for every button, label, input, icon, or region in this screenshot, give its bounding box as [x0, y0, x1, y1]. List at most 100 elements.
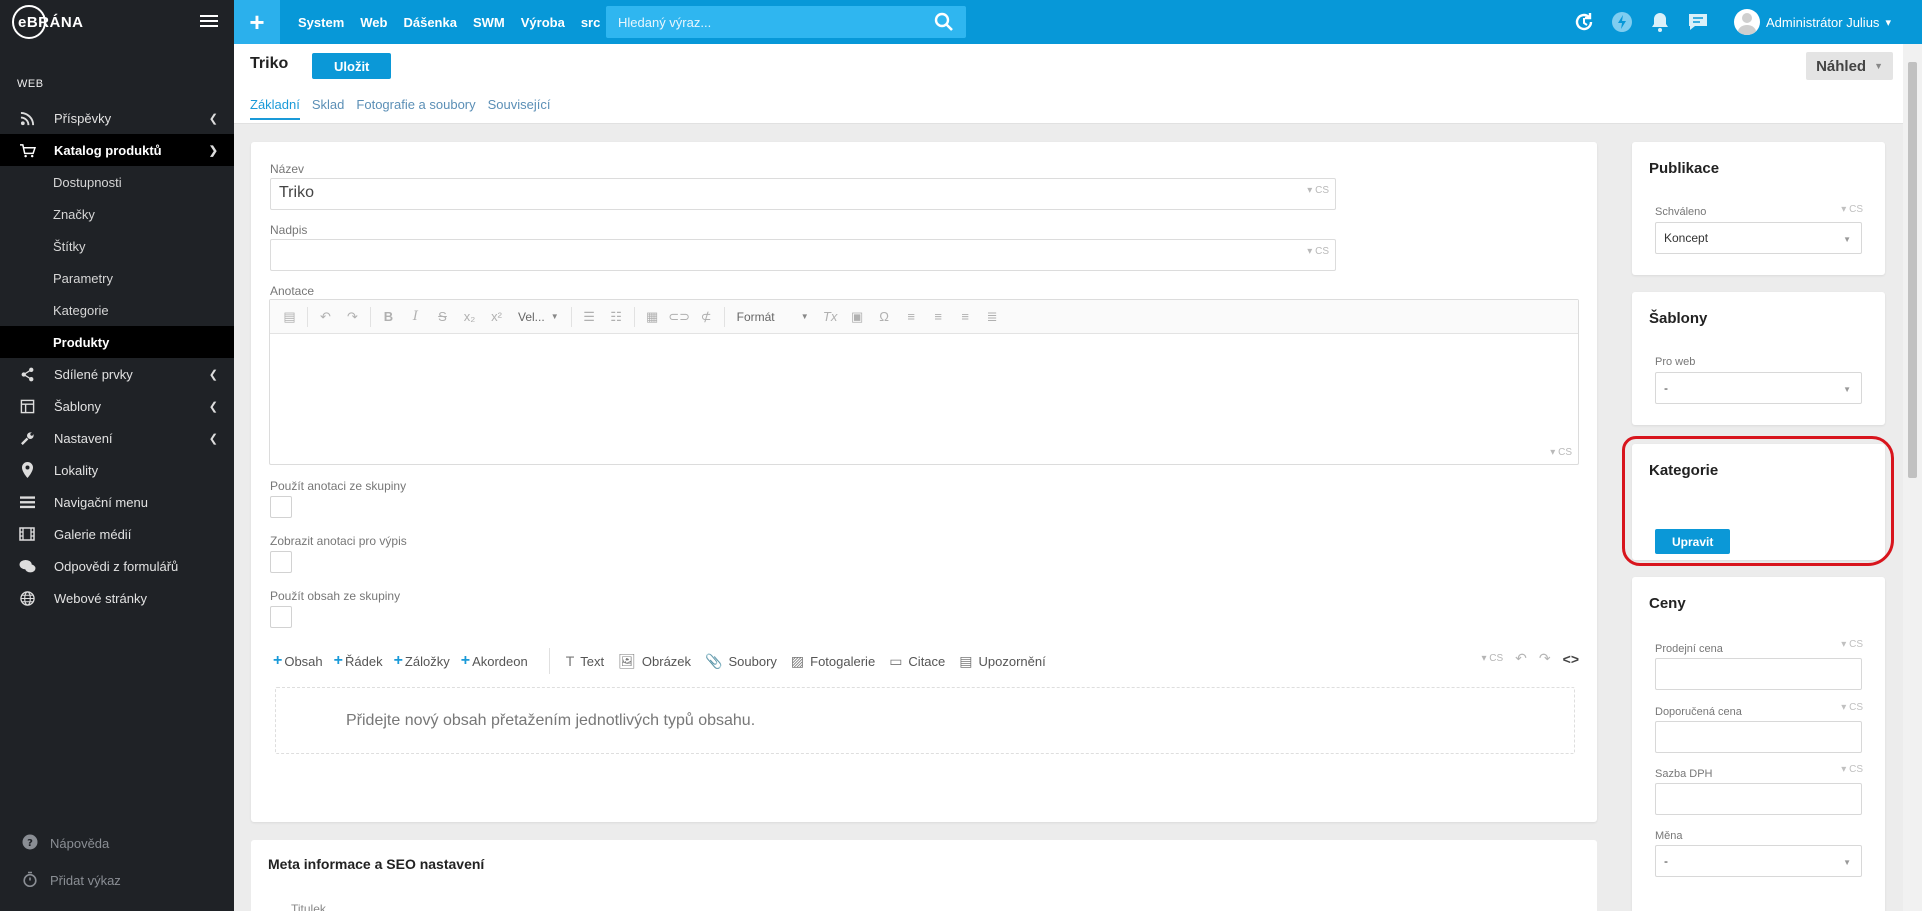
align-left-icon[interactable]: ≡	[898, 309, 925, 324]
content-type-files[interactable]: 📎 Soubory	[705, 653, 777, 670]
page-scrollbar[interactable]	[1903, 44, 1922, 911]
sync-icon[interactable]	[1571, 9, 1597, 35]
sidebar-item-webove-stranky[interactable]: Webové stránky	[0, 582, 234, 614]
link-icon[interactable]: ⊂⊃	[666, 309, 693, 325]
tab-fotografie[interactable]: Fotografie a soubory	[356, 97, 475, 120]
top-link-system[interactable]: System	[298, 15, 344, 30]
sidebar-subitem-kategorie[interactable]: Kategorie	[0, 294, 234, 326]
for-web-select[interactable]: - ▼	[1655, 372, 1862, 404]
sidebar-item-nastaveni[interactable]: Nastavení ❮	[0, 422, 234, 454]
unlink-icon[interactable]: ⊄	[693, 309, 720, 325]
sidebar-subitem-parametry[interactable]: Parametry	[0, 262, 234, 294]
add-accordion-button[interactable]: + Akordeon	[461, 652, 528, 670]
add-content-button[interactable]: + Obsah	[273, 652, 323, 670]
source-icon[interactable]: ▤	[276, 309, 303, 325]
search-input[interactable]: Hledaný výraz...	[606, 6, 966, 38]
annotation-editor[interactable]: ▤ ↶ ↷ B I S x₂ x² Vel... ▼ ☰ ☷ ▦ ⊂⊃ ⊄ For…	[269, 299, 1579, 465]
sidebar-subitem-dostupnosti[interactable]: Dostupnosti	[0, 166, 234, 198]
use-group-annotation-checkbox[interactable]	[270, 496, 292, 518]
lang-indicator[interactable]: ▾ CS	[1307, 185, 1329, 196]
size-select[interactable]: Vel... ▼	[510, 310, 567, 324]
numbered-list-icon[interactable]: ☷	[603, 309, 630, 325]
lang-indicator[interactable]: ▾ CS	[1841, 702, 1863, 713]
tab-sklad[interactable]: Sklad	[312, 97, 345, 120]
clear-format-icon[interactable]: Tx	[817, 309, 844, 324]
content-type-notice[interactable]: ▤ Upozornění	[959, 653, 1045, 670]
scrollbar-thumb[interactable]	[1908, 62, 1917, 478]
bullet-list-icon[interactable]: ☰	[576, 309, 603, 325]
recommended-price-input[interactable]	[1655, 721, 1862, 753]
special-char-icon[interactable]: Ω	[871, 309, 898, 324]
lang-indicator[interactable]: ▾ CS	[1481, 653, 1503, 664]
redo-icon[interactable]: ↷	[339, 309, 366, 325]
save-button[interactable]: Uložit	[312, 53, 392, 79]
subscript-icon[interactable]: x₂	[456, 309, 483, 324]
content-type-text[interactable]: T Text	[566, 653, 604, 669]
currency-select[interactable]: - ▼	[1655, 845, 1862, 877]
show-annotation-listing-checkbox[interactable]	[270, 551, 292, 573]
sidebar-item-navigacni-menu[interactable]: Navigační menu	[0, 486, 234, 518]
preview-button[interactable]: Náhled ▼	[1806, 52, 1893, 80]
name-input[interactable]: Triko ▾ CS	[270, 178, 1336, 210]
lang-indicator[interactable]: ▾ CS	[1307, 246, 1329, 257]
lang-indicator[interactable]: ▾ CS	[1841, 639, 1863, 650]
lang-indicator[interactable]: ▾ CS	[1550, 447, 1572, 458]
superscript-icon[interactable]: x²	[483, 309, 510, 324]
top-link-vyroba[interactable]: Výroba	[521, 15, 565, 30]
sidebar-item-sdilene-prvky[interactable]: Sdílené prvky ❮	[0, 358, 234, 390]
meta-title[interactable]: Meta informace a SEO nastavení	[268, 856, 484, 872]
top-link-swm[interactable]: SWM	[473, 15, 505, 30]
top-link-dasenka[interactable]: Dášenka	[403, 15, 456, 30]
paste-icon[interactable]: ▣	[844, 309, 871, 325]
code-view-icon[interactable]: <>	[1563, 651, 1579, 667]
add-tabs-button[interactable]: + Záložky	[394, 652, 450, 670]
menu-collapse-icon[interactable]	[200, 12, 218, 28]
plus-icon: +	[273, 652, 283, 669]
redo-icon[interactable]: ↷	[1539, 650, 1551, 667]
align-right-icon[interactable]: ≡	[952, 309, 979, 324]
undo-icon[interactable]: ↶	[1515, 650, 1527, 667]
justify-icon[interactable]: ≣	[979, 309, 1006, 325]
search-icon[interactable]	[934, 12, 954, 32]
user-menu[interactable]: Administrátor Julius ▾	[1734, 8, 1891, 36]
sidebar-subitem-znacky[interactable]: Značky	[0, 198, 234, 230]
lang-indicator[interactable]: ▾ CS	[1841, 764, 1863, 775]
top-link-web[interactable]: Web	[360, 15, 387, 30]
sidebar-item-katalog[interactable]: Katalog produktů ❯	[0, 134, 234, 166]
sidebar-item-prispevky[interactable]: Příspěvky ❮	[0, 102, 234, 134]
logo[interactable]: eBRÁNA	[18, 14, 84, 31]
content-type-gallery[interactable]: ▨ Fotogalerie	[791, 653, 875, 670]
message-icon[interactable]	[1685, 9, 1711, 35]
content-dropzone[interactable]: Přidejte nový obsah přetažením jednotliv…	[275, 687, 1575, 754]
sidebar-subitem-stitky[interactable]: Štítky	[0, 230, 234, 262]
tab-souvisejici[interactable]: Související	[488, 97, 551, 120]
approved-select[interactable]: Koncept ▼	[1655, 222, 1862, 254]
bell-icon[interactable]	[1647, 9, 1673, 35]
italic-icon[interactable]: I	[402, 309, 429, 324]
sidebar-item-sablony[interactable]: Šablony ❮	[0, 390, 234, 422]
add-new-button[interactable]: +	[234, 0, 280, 44]
table-icon[interactable]: ▦	[639, 309, 666, 325]
tab-zakladni[interactable]: Základní	[250, 97, 300, 120]
bold-icon[interactable]: B	[375, 309, 402, 324]
vat-rate-input[interactable]	[1655, 783, 1862, 815]
sale-price-input[interactable]	[1655, 658, 1862, 690]
help-link[interactable]: ? Nápověda	[0, 825, 234, 862]
sidebar-item-galerie-medii[interactable]: Galerie médií	[0, 518, 234, 550]
sidebar-subitem-produkty[interactable]: Produkty	[0, 326, 234, 358]
use-group-content-checkbox[interactable]	[270, 606, 292, 628]
strikethrough-icon[interactable]: S	[429, 309, 456, 324]
content-type-image[interactable]: 🖼 Obrázek	[618, 653, 691, 670]
undo-icon[interactable]: ↶	[312, 309, 339, 325]
heading-input[interactable]: ▾ CS	[270, 239, 1336, 271]
format-select[interactable]: Formát ▼	[729, 310, 817, 324]
lightning-icon[interactable]	[1609, 9, 1635, 35]
sidebar-item-odpovedi[interactable]: Odpovědi z formulářů	[0, 550, 234, 582]
add-report-link[interactable]: Přidat výkaz	[0, 862, 234, 899]
add-row-button[interactable]: + Řádek	[334, 652, 383, 670]
top-link-src[interactable]: src	[581, 15, 601, 30]
lang-indicator[interactable]: ▾ CS	[1841, 204, 1863, 215]
content-type-quote[interactable]: ▭ Citace	[889, 653, 945, 670]
align-center-icon[interactable]: ≡	[925, 309, 952, 324]
sidebar-item-lokality[interactable]: Lokality	[0, 454, 234, 486]
